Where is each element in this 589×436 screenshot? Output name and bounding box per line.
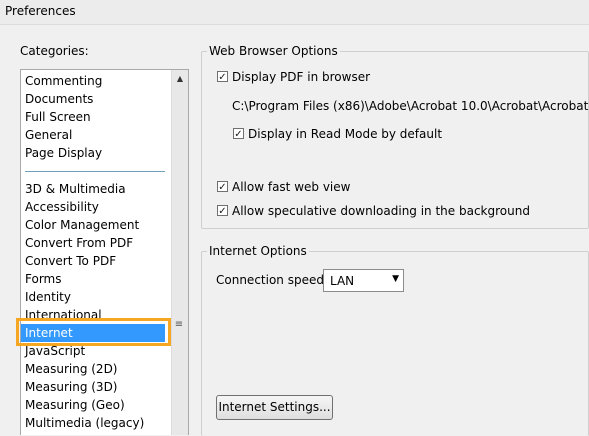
category-internet[interactable]: Internet [21, 324, 165, 342]
list-scrollbar[interactable]: ▲ ≡ [171, 70, 188, 435]
category-full-screen[interactable]: Full Screen [25, 108, 91, 126]
category-measuring-3d[interactable]: Measuring (3D) [25, 378, 118, 396]
list-separator [25, 171, 165, 172]
category-international[interactable]: International [25, 306, 102, 324]
display-pdf-checkbox[interactable]: ✓ [217, 71, 228, 83]
internet-options-title: Internet Options [207, 244, 309, 258]
category-convert-from-pdf[interactable]: Convert From PDF [25, 234, 133, 252]
connection-speed-select[interactable]: LAN ▼ [323, 269, 404, 292]
category-color-management[interactable]: Color Management [25, 216, 139, 234]
scroll-up-arrow-icon[interactable]: ▲ [172, 70, 188, 87]
category-general[interactable]: General [25, 126, 72, 144]
category-page-display[interactable]: Page Display [25, 144, 102, 162]
category-documents[interactable]: Documents [25, 90, 93, 108]
title-bar: Preferences [0, 0, 589, 25]
web-browser-options-title: Web Browser Options [207, 44, 340, 58]
display-pdf-label: Display PDF in browser [232, 70, 371, 84]
internet-settings-button[interactable]: Internet Settings... [216, 395, 333, 420]
category-convert-to-pdf[interactable]: Convert To PDF [25, 252, 116, 270]
read-mode-label: Display in Read Mode by default [248, 127, 443, 141]
connection-speed-value: LAN [330, 274, 355, 288]
fast-web-view-label: Allow fast web view [232, 180, 351, 194]
connection-speed-label: Connection speed: [216, 273, 329, 287]
fast-web-view-checkbox[interactable]: ✓ [217, 181, 228, 193]
category-3d-multimedia[interactable]: 3D & Multimedia [25, 180, 126, 198]
acrobat-path-text: C:\Program Files (x86)\Adobe\Acrobat 10.… [232, 99, 589, 113]
category-forms[interactable]: Forms [25, 270, 61, 288]
window-title: Preferences [5, 4, 76, 18]
category-measuring-geo[interactable]: Measuring (Geo) [25, 396, 125, 414]
speculative-download-checkbox[interactable]: ✓ [217, 205, 228, 217]
category-identity[interactable]: Identity [25, 288, 71, 306]
category-javascript[interactable]: JavaScript [25, 342, 85, 360]
chevron-down-icon: ▼ [392, 274, 399, 284]
category-accessibility[interactable]: Accessibility [25, 198, 99, 216]
category-multimedia-legacy[interactable]: Multimedia (legacy) [25, 414, 144, 432]
category-measuring-2d[interactable]: Measuring (2D) [25, 360, 118, 378]
read-mode-checkbox[interactable]: ✓ [233, 128, 244, 140]
categories-list[interactable]: Commenting Documents Full Screen General… [20, 69, 189, 435]
speculative-download-label: Allow speculative downloading in the bac… [232, 204, 530, 218]
scroll-thumb-grip-icon[interactable]: ≡ [174, 315, 184, 337]
category-commenting[interactable]: Commenting [25, 72, 102, 90]
categories-caption: Categories: [20, 44, 89, 58]
